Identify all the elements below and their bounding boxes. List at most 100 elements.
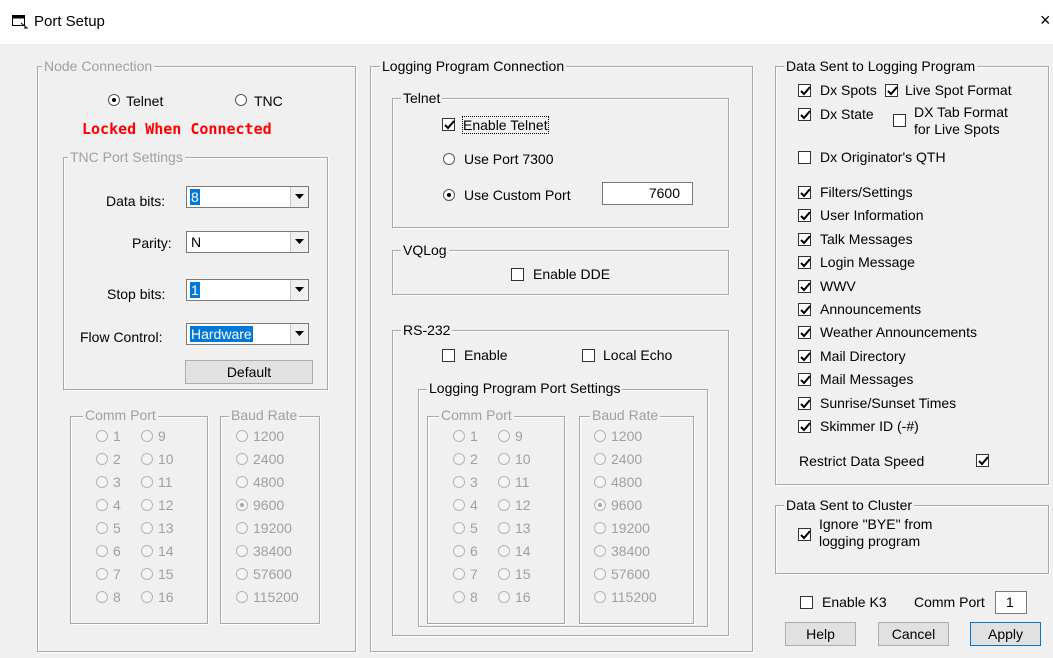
node-comm-port-15-radio[interactable] — [141, 568, 153, 580]
restrict-data-speed-label: Restrict Data Speed — [799, 453, 925, 469]
logging-comm-port-11-radio[interactable] — [498, 476, 510, 488]
mail-directory-label: Mail Directory — [820, 347, 906, 364]
live-spot-format-checkbox[interactable] — [885, 84, 898, 97]
chevron-down-icon[interactable] — [290, 232, 308, 252]
logging-telnet-label: Telnet — [401, 90, 443, 106]
node-comm-port-14-radio[interactable] — [141, 545, 153, 557]
custom-port-input[interactable]: 7600 — [602, 182, 693, 205]
rs232-enable-checkbox[interactable] — [442, 349, 455, 362]
dx-tab-format-checkbox[interactable] — [893, 114, 906, 127]
logging-comm-port-5-radio[interactable] — [453, 522, 465, 534]
logging-comm-port-13-radio[interactable] — [498, 522, 510, 534]
help-button[interactable]: Help — [785, 622, 856, 646]
local-echo-checkbox[interactable] — [582, 349, 595, 362]
sunrise-sunset-times-checkbox[interactable] — [798, 396, 811, 410]
mail-messages-label: Mail Messages — [820, 371, 914, 388]
use-port-7300-radio[interactable] — [443, 153, 455, 165]
logging-baud-9600-radio[interactable] — [594, 499, 606, 511]
node-comm-port-16-radio[interactable] — [141, 591, 153, 603]
chevron-down-icon[interactable] — [290, 280, 308, 300]
filters-settings-label: Filters/Settings — [820, 184, 913, 200]
node-comm-port-13-radio[interactable] — [141, 522, 153, 534]
node-comm-port-2-radio[interactable] — [96, 453, 108, 465]
restrict-data-speed-checkbox[interactable] — [976, 454, 989, 467]
cancel-button[interactable]: Cancel — [878, 622, 949, 646]
ignore-bye-checkbox[interactable] — [798, 528, 811, 541]
user-information-checkbox[interactable] — [798, 209, 811, 223]
node-comm-port-10-radio[interactable] — [141, 453, 153, 465]
tnc-radio[interactable] — [235, 94, 247, 106]
node-baud-4800-radio[interactable] — [236, 476, 248, 488]
flow-control-select[interactable]: Hardware — [186, 323, 309, 345]
logging-comm-port-16-radio[interactable] — [498, 591, 510, 603]
stop-bits-value: 1 — [190, 282, 200, 298]
logging-baud-1200-radio[interactable] — [594, 430, 606, 442]
login-message-checkbox[interactable] — [798, 256, 811, 270]
logging-baud-2400-radio[interactable] — [594, 453, 606, 465]
parity-select[interactable]: N — [186, 231, 309, 253]
logging-comm-port-4-radio[interactable] — [453, 499, 465, 511]
node-baud-57600-radio[interactable] — [236, 568, 248, 580]
node-comm-port-4-radio[interactable] — [96, 499, 108, 511]
logging-baud-57600-radio[interactable] — [594, 568, 606, 580]
announcements-checkbox[interactable] — [798, 303, 811, 316]
talk-messages-checkbox[interactable] — [798, 232, 811, 246]
dx-state-checkbox[interactable] — [798, 108, 811, 121]
logging-baud-19200-radio[interactable] — [594, 522, 606, 534]
data-bits-select[interactable]: 8 — [186, 186, 309, 208]
logging-comm-port-14-radio[interactable] — [498, 545, 510, 557]
logging-baud-4800-radio[interactable] — [594, 476, 606, 488]
default-button[interactable]: Default — [185, 360, 313, 384]
node-baud-1200-radio[interactable] — [236, 430, 248, 442]
chevron-down-icon[interactable] — [290, 324, 308, 344]
node-baud-19200-radio[interactable] — [236, 522, 248, 534]
node-comm-port-7-radio[interactable] — [96, 568, 108, 580]
dx-originator-checkbox[interactable] — [798, 151, 811, 164]
node-comm-port-16-label: 16 — [158, 589, 174, 605]
node-comm-port-11-radio[interactable] — [141, 476, 153, 488]
logging-comm-port-1-radio[interactable] — [453, 430, 465, 442]
logging-comm-port-12-radio[interactable] — [498, 499, 510, 511]
enable-dde-checkbox[interactable] — [511, 268, 524, 281]
node-comm-port-6-radio[interactable] — [96, 545, 108, 557]
logging-baud-38400-radio[interactable] — [594, 545, 606, 557]
chevron-down-icon[interactable] — [290, 187, 308, 207]
node-baud-9600-radio[interactable] — [236, 499, 248, 511]
enable-k3-checkbox[interactable] — [800, 596, 813, 609]
node-comm-port-8-radio[interactable] — [96, 591, 108, 603]
logging-comm-port-3-radio[interactable] — [453, 476, 465, 488]
skimmer-id-checkbox[interactable] — [798, 420, 811, 433]
logging-comm-port-13-label: 13 — [515, 520, 531, 536]
logging-comm-port-15-radio[interactable] — [498, 568, 510, 580]
node-baud-38400-radio[interactable] — [236, 545, 248, 557]
apply-button[interactable]: Apply — [970, 622, 1041, 646]
logging-comm-port-10-radio[interactable] — [498, 453, 510, 465]
telnet-radio[interactable] — [108, 94, 120, 106]
use-custom-port-radio[interactable] — [443, 189, 455, 201]
node-comm-port-5-radio[interactable] — [96, 522, 108, 534]
close-icon[interactable]: × — [1040, 11, 1053, 29]
checkmark-icon — [800, 422, 811, 432]
k3-comm-port-input[interactable]: 1 — [995, 591, 1027, 614]
logging-comm-port-6-radio[interactable] — [453, 545, 465, 557]
node-comm-port-1-radio[interactable] — [96, 430, 108, 442]
mail-directory-checkbox[interactable] — [798, 349, 811, 363]
node-comm-port-3-radio[interactable] — [96, 476, 108, 488]
dx-spots-checkbox[interactable] — [798, 84, 811, 97]
wwv-checkbox[interactable] — [798, 279, 811, 293]
logging-baud-115200-radio[interactable] — [594, 591, 606, 603]
logging-comm-port-2-radio[interactable] — [453, 453, 465, 465]
node-comm-port-12-radio[interactable] — [141, 499, 153, 511]
weather-announcements-checkbox[interactable] — [798, 326, 811, 340]
logging-comm-port-8-radio[interactable] — [453, 591, 465, 603]
filters-settings-checkbox[interactable] — [798, 186, 811, 199]
stop-bits-label: Stop bits: — [107, 286, 166, 302]
node-baud-115200-radio[interactable] — [236, 591, 248, 603]
logging-comm-port-7-radio[interactable] — [453, 568, 465, 580]
node-baud-2400-radio[interactable] — [236, 453, 248, 465]
logging-comm-port-9-radio[interactable] — [498, 430, 510, 442]
enable-telnet-checkbox[interactable] — [442, 118, 455, 131]
stop-bits-select[interactable]: 1 — [186, 279, 309, 301]
mail-messages-checkbox[interactable] — [798, 373, 811, 387]
node-comm-port-9-radio[interactable] — [141, 430, 153, 442]
